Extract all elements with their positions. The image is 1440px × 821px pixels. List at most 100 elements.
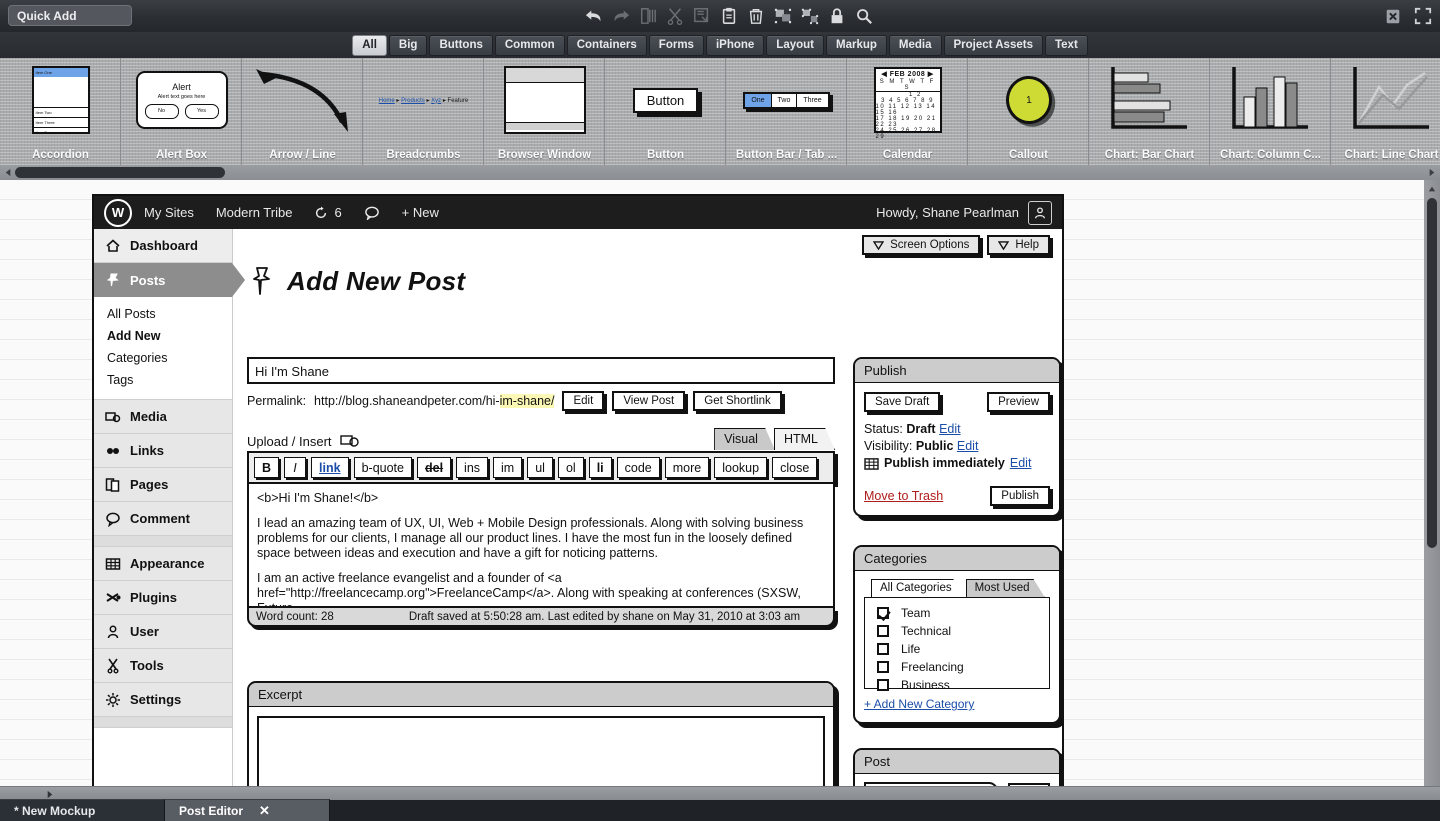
del-button[interactable]: del xyxy=(417,457,451,478)
adminbar-updates[interactable]: 6 xyxy=(314,205,341,220)
ins-button[interactable]: ins xyxy=(456,457,488,478)
tab-containers[interactable]: Containers xyxy=(567,35,647,56)
category-row[interactable]: Team xyxy=(877,604,1049,622)
adminbar-my-sites[interactable]: My Sites xyxy=(144,205,194,220)
category-row[interactable]: Life xyxy=(877,640,1049,658)
tab-markup[interactable]: Markup xyxy=(826,35,887,56)
preview-button[interactable]: Preview xyxy=(987,392,1050,412)
tab-most-used[interactable]: Most Used xyxy=(966,579,1045,597)
status-edit-link[interactable]: Edit xyxy=(939,422,961,436)
sidebar-item-posts[interactable]: Posts xyxy=(94,263,232,297)
move-to-trash-link[interactable]: Move to Trash xyxy=(864,489,943,503)
vscrollbar-thumb[interactable] xyxy=(1427,198,1437,548)
save-draft-button[interactable]: Save Draft xyxy=(864,392,940,412)
doc-tab-new-mockup[interactable]: * New Mockup xyxy=(0,799,165,821)
blockquote-button[interactable]: b-quote xyxy=(354,457,412,478)
stencil-bar-chart[interactable]: Chart: Bar Chart xyxy=(1089,58,1210,165)
italic-button[interactable]: I xyxy=(284,457,306,478)
screen-options-button[interactable]: Screen Options xyxy=(862,235,980,255)
tab-visual[interactable]: Visual xyxy=(714,428,775,450)
sidebar-item-media[interactable]: Media xyxy=(94,400,232,434)
publish-button[interactable]: Publish xyxy=(990,486,1050,506)
palette-horizontal-scrollbar[interactable] xyxy=(0,165,1440,181)
scroll-left-icon[interactable] xyxy=(4,168,13,177)
stencil-button[interactable]: Button Button xyxy=(605,58,726,165)
help-button[interactable]: Help xyxy=(987,235,1050,255)
paste-into-icon[interactable] xyxy=(693,7,711,25)
tab-forms[interactable]: Forms xyxy=(649,35,704,56)
post-title-input[interactable]: Hi I'm Shane xyxy=(247,357,835,384)
category-checkbox[interactable] xyxy=(877,679,889,691)
link-button[interactable]: link xyxy=(311,457,349,478)
sidebar-item-links[interactable]: Links xyxy=(94,434,232,468)
stencil-callout[interactable]: 1 Callout xyxy=(968,58,1089,165)
stencil-browser-window[interactable]: Browser Window xyxy=(484,58,605,165)
tab-text[interactable]: Text xyxy=(1045,35,1088,56)
avatar[interactable] xyxy=(1028,201,1052,225)
cut-icon[interactable] xyxy=(666,7,684,25)
category-row[interactable]: Technical xyxy=(877,622,1049,640)
category-checkbox[interactable] xyxy=(877,643,889,655)
clear-clipboard-icon[interactable] xyxy=(1384,7,1402,25)
redo-icon[interactable] xyxy=(612,7,630,25)
scrollbar-thumb[interactable] xyxy=(15,167,225,178)
scroll-right-icon[interactable] xyxy=(45,790,54,799)
category-row[interactable]: Business xyxy=(877,676,1049,694)
category-row[interactable]: Freelancing xyxy=(877,658,1049,676)
tab-html[interactable]: HTML xyxy=(774,428,835,450)
stencil-button-bar[interactable]: One Two Three Button Bar / Tab ... xyxy=(726,58,847,165)
tab-all[interactable]: All xyxy=(352,35,387,56)
search-icon[interactable] xyxy=(855,7,873,25)
close-button[interactable]: close xyxy=(772,457,817,478)
category-checkbox[interactable] xyxy=(877,625,889,637)
view-post-button[interactable]: View Post xyxy=(612,391,685,411)
adminbar-site-name[interactable]: Modern Tribe xyxy=(216,205,293,220)
category-checkbox[interactable] xyxy=(877,661,889,673)
canvas-vertical-scrollbar[interactable] xyxy=(1424,180,1440,800)
tab-iphone[interactable]: iPhone xyxy=(706,35,764,56)
add-new-category-link[interactable]: + Add New Category xyxy=(864,697,974,711)
stencil-line-chart[interactable]: Chart: Line Chart xyxy=(1331,58,1440,165)
adminbar-account[interactable]: Howdy, Shane Pearlman xyxy=(876,201,1052,225)
adminbar-comments[interactable] xyxy=(364,206,380,220)
add-media-icon[interactable] xyxy=(340,433,360,449)
tab-project-assets[interactable]: Project Assets xyxy=(944,35,1043,56)
more-button[interactable]: more xyxy=(665,457,709,478)
permalink-edit-button[interactable]: Edit xyxy=(562,391,604,411)
li-button[interactable]: li xyxy=(589,457,612,478)
mockup-canvas[interactable]: W My Sites Modern Tribe 6 + New Howdy, S… xyxy=(0,180,1424,800)
category-checkbox[interactable] xyxy=(877,607,889,619)
bold-button[interactable]: B xyxy=(254,457,279,478)
sidebar-item-appearance[interactable]: Appearance xyxy=(94,547,232,581)
post-content-textarea[interactable]: <b>Hi I'm Shane!</b> I lead an amazing t… xyxy=(247,484,835,608)
schedule-edit-link[interactable]: Edit xyxy=(1010,455,1032,472)
tab-common[interactable]: Common xyxy=(495,35,565,56)
sidebar-item-user[interactable]: User xyxy=(94,615,232,649)
sidebar-item-pages[interactable]: Pages xyxy=(94,468,232,502)
lookup-button[interactable]: lookup xyxy=(714,457,767,478)
code-button[interactable]: code xyxy=(617,457,660,478)
wordpress-logo-icon[interactable]: W xyxy=(104,199,132,227)
trash-icon[interactable] xyxy=(747,7,765,25)
submenu-tags[interactable]: Tags xyxy=(94,369,232,391)
tab-media[interactable]: Media xyxy=(889,35,942,56)
sidebar-item-tools[interactable]: Tools xyxy=(94,649,232,683)
undo-icon[interactable] xyxy=(585,7,603,25)
close-icon[interactable]: ✕ xyxy=(259,803,270,819)
tab-buttons[interactable]: Buttons xyxy=(429,35,492,56)
adminbar-new[interactable]: + New xyxy=(402,205,439,220)
permalink-slug[interactable]: im-shane/ xyxy=(500,394,555,408)
tab-layout[interactable]: Layout xyxy=(766,35,824,56)
stencil-alert-box[interactable]: Alert Alert text goes here No Yes Alert … xyxy=(121,58,242,165)
excerpt-textarea[interactable] xyxy=(257,716,825,794)
tab-big[interactable]: Big xyxy=(389,35,428,56)
fullscreen-icon[interactable] xyxy=(1414,7,1432,25)
scrollbar-track[interactable] xyxy=(15,167,1425,178)
lock-icon[interactable] xyxy=(828,7,846,25)
submenu-categories[interactable]: Categories xyxy=(94,347,232,369)
sidebar-item-settings[interactable]: Settings xyxy=(94,683,232,717)
stencil-calendar[interactable]: ◀ FEB 2008 ▶ S M T W T F S 1 2 3 4 5 6 7… xyxy=(847,58,968,165)
copy-icon[interactable] xyxy=(639,7,657,25)
quick-add-input[interactable]: Quick Add xyxy=(8,5,132,26)
get-shortlink-button[interactable]: Get Shortlink xyxy=(693,391,781,411)
